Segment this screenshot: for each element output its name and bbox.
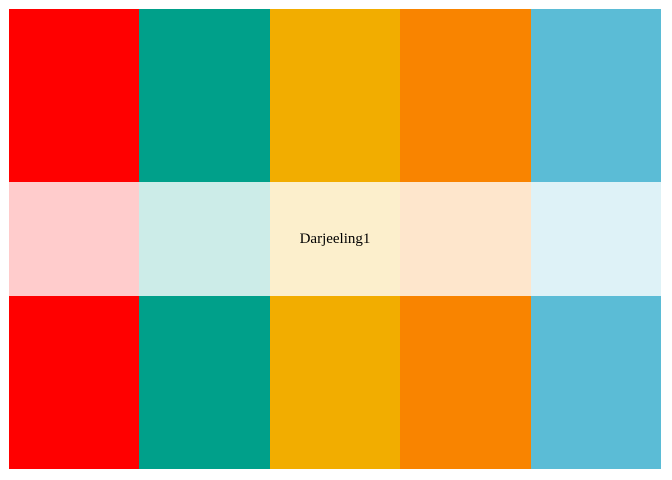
top-swatch-2: [139, 9, 270, 182]
bottom-swatch-2: [139, 296, 270, 469]
middle-tint-5: [530, 182, 661, 296]
bottom-swatch-5: [530, 296, 661, 469]
bottom-swatch-1: [9, 296, 140, 469]
bottom-swatch-3: [269, 296, 401, 469]
top-swatch-1: [9, 9, 140, 182]
top-swatch-5: [530, 9, 661, 182]
top-swatch-3: [269, 9, 401, 182]
bottom-swatch-4: [400, 296, 531, 469]
middle-tint-4: [400, 182, 531, 296]
palette-grid: Darjeeling1: [9, 9, 661, 469]
middle-tint-1: [9, 182, 140, 296]
middle-tint-3: [269, 182, 401, 296]
middle-tint-2: [139, 182, 270, 296]
top-swatch-4: [400, 9, 531, 182]
